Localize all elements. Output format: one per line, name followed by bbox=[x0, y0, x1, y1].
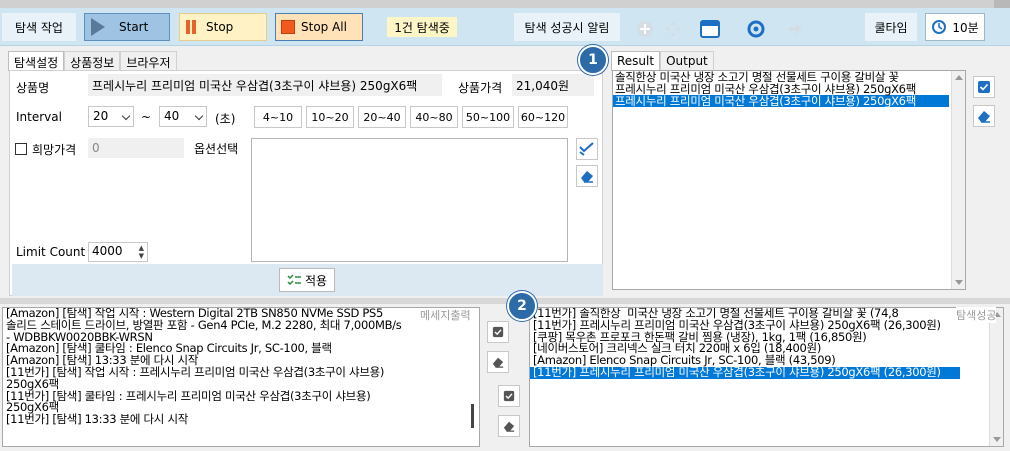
checkbox-icon bbox=[978, 81, 990, 93]
range-button-60-120[interactable]: 60~120 bbox=[518, 106, 568, 128]
range-button-50-100[interactable]: 50~100 bbox=[462, 106, 514, 128]
eraser-icon bbox=[978, 111, 990, 123]
tab-browser[interactable]: 브라우저 bbox=[120, 51, 177, 71]
apply-label: 적용 bbox=[304, 273, 328, 288]
spinner-arrows-icon: ▲ ▼ bbox=[138, 244, 144, 260]
checkbox-icon bbox=[503, 390, 515, 402]
range-button-4-10[interactable]: 4~10 bbox=[254, 106, 302, 128]
stop-square-icon bbox=[281, 20, 295, 34]
stop-button[interactable]: Stop bbox=[179, 13, 267, 41]
range-button-10-20[interactable]: 10~20 bbox=[306, 106, 354, 128]
message-log[interactable]: [Amazon] [탐색] 작업 시작 : Western Digital 2T… bbox=[2, 307, 480, 447]
callout-badge-1: 1 bbox=[578, 45, 608, 75]
tab-search-settings[interactable]: 탐색설정 bbox=[8, 51, 65, 71]
option-select-area[interactable] bbox=[251, 138, 568, 262]
interval-from-select[interactable]: 20 bbox=[88, 106, 134, 127]
desired-price-label: 희망가격 bbox=[32, 143, 77, 157]
option-select-label: 옵션선택 bbox=[194, 142, 239, 156]
interval-from-value: 20 bbox=[93, 109, 109, 123]
success-alert-button[interactable]: 탐색 성공시 알림 bbox=[514, 13, 620, 41]
limit-count-value: 4000 bbox=[92, 244, 123, 258]
splitter[interactable] bbox=[0, 298, 1010, 304]
desired-price-checkbox[interactable] bbox=[15, 143, 27, 155]
chevron-down-icon bbox=[121, 111, 131, 121]
result-scrollbar[interactable] bbox=[951, 71, 965, 289]
apply-button[interactable]: 적용 bbox=[279, 268, 335, 292]
forward-icon[interactable] bbox=[786, 20, 804, 38]
product-price-field[interactable]: 21,040원 bbox=[512, 74, 594, 96]
log-line: [11번가] [탐색] 작업 시작 : 프레시누리 프리미엄 미국산 우삼겹(3… bbox=[6, 364, 385, 379]
check-results-button[interactable] bbox=[973, 76, 995, 98]
tab-result[interactable]: Result bbox=[611, 51, 661, 71]
cooltime-select[interactable]: 10분 bbox=[925, 13, 985, 41]
interval-tilde: ~ bbox=[141, 110, 152, 124]
interval-to-value: 40 bbox=[164, 109, 180, 123]
check-messages-button[interactable] bbox=[487, 321, 509, 343]
eraser-icon bbox=[492, 357, 504, 368]
clear-messages-button[interactable] bbox=[487, 351, 509, 373]
callout-badge-2: 2 bbox=[507, 291, 537, 321]
pause-icon bbox=[186, 20, 196, 34]
list-item[interactable]: 프레시누리 프리미엄 미국산 우삼겹(3초구이 샤브용) 250gX6팩 bbox=[613, 95, 949, 107]
product-name-label: 상품명 bbox=[16, 81, 50, 95]
range-button-20-40[interactable]: 20~40 bbox=[358, 106, 406, 128]
double-check-icon bbox=[579, 142, 594, 156]
clear-options-button[interactable] bbox=[576, 165, 598, 187]
title-strip bbox=[0, 0, 1010, 8]
left-tabs: 탐색설정 상품정보 브라우저 bbox=[8, 51, 177, 71]
interval-label: Interval bbox=[16, 110, 62, 124]
tab-output[interactable]: Output bbox=[660, 51, 714, 71]
play-icon bbox=[91, 18, 105, 36]
add-icon[interactable] bbox=[636, 20, 654, 38]
search-count-status: 1건 탐색중 bbox=[387, 17, 457, 37]
check-success-button[interactable] bbox=[498, 385, 520, 407]
check-all-options-button[interactable] bbox=[576, 138, 598, 160]
eraser-icon bbox=[503, 421, 515, 432]
desired-price-field[interactable]: 0 bbox=[88, 138, 184, 158]
toolbar: 탐색 작업 Start Stop Stop All 1건 탐색중 탐색 성공시 … bbox=[0, 8, 1010, 46]
scroll-down-icon bbox=[993, 437, 1001, 442]
log-scroll-thumb[interactable] bbox=[471, 404, 474, 428]
window-icon[interactable] bbox=[700, 20, 720, 38]
history-clock-icon bbox=[932, 20, 947, 34]
checklist-icon bbox=[287, 274, 301, 286]
clear-results-button[interactable] bbox=[973, 105, 995, 127]
start-label: Start bbox=[119, 20, 149, 34]
interval-unit: (초) bbox=[215, 112, 236, 126]
move-icon[interactable] bbox=[664, 20, 682, 38]
stop-all-label: Stop All bbox=[301, 20, 347, 34]
start-button[interactable]: Start bbox=[84, 13, 170, 41]
log-line: [11번가] 프레시누리 프리미엄 미국산 우삼겹(3초구이 샤브용) 250g… bbox=[530, 366, 960, 379]
interval-to-select[interactable]: 40 bbox=[159, 106, 207, 127]
result-tabs: Result Output bbox=[611, 51, 714, 71]
search-task-label: 탐색 작업 bbox=[2, 13, 76, 41]
product-price-label: 상품가격 bbox=[458, 81, 503, 95]
stop-label: Stop bbox=[206, 20, 234, 34]
tab-product-info[interactable]: 상품정보 bbox=[64, 51, 121, 71]
refresh-icon[interactable] bbox=[746, 19, 766, 39]
product-name-field[interactable]: 프레시누리 프리미엄 미국산 우삼겹(3초구이 샤브용) 250gX6팩 bbox=[88, 74, 442, 96]
message-output-label: 메세지출력 bbox=[420, 309, 471, 322]
checkbox-icon bbox=[492, 326, 504, 338]
chevron-down-icon bbox=[194, 111, 204, 121]
success-log[interactable]: [11번가] 솔직한상 미국산 냉장 소고기 명절 선물세트 구이용 갈비살 꽃… bbox=[529, 307, 1004, 447]
cooltime-value: 10분 bbox=[952, 20, 979, 35]
result-list[interactable]: 솔직한상 미국산 냉장 소고기 명절 선물세트 구이용 갈비살 꽃 프레시누리 … bbox=[612, 70, 966, 290]
clear-success-button[interactable] bbox=[498, 415, 520, 437]
eraser-icon bbox=[581, 171, 593, 183]
stop-all-button[interactable]: Stop All bbox=[275, 13, 363, 41]
limit-count-spinner[interactable]: 4000 ▲ ▼ bbox=[88, 242, 148, 262]
success-scrollbar[interactable] bbox=[989, 308, 1003, 446]
scroll-up-icon bbox=[955, 75, 963, 80]
scroll-down-icon bbox=[955, 280, 963, 285]
log-line: [11번가] [탐색] 13:33 분에 다시 시작 bbox=[6, 412, 188, 427]
limit-count-label: Limit Count bbox=[16, 245, 86, 259]
range-button-40-80[interactable]: 40~80 bbox=[410, 106, 458, 128]
log-line: [11번가] [탐색] 쿨타임 : 프레시누리 프리미엄 미국산 우삼겹(3초구… bbox=[6, 388, 371, 403]
search-success-label: 탐색성공 bbox=[956, 307, 997, 323]
cooltime-label: 쿨타임 bbox=[865, 13, 917, 41]
